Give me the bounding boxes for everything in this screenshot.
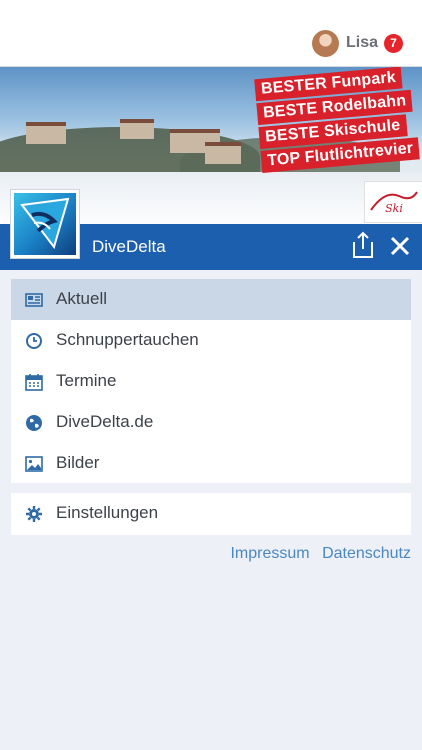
menu-item-label: Einstellungen <box>56 503 159 522</box>
menu-item-label: Bilder <box>56 453 100 472</box>
menu-item-aktuell[interactable]: Aktuell <box>11 279 411 320</box>
globe-icon <box>25 414 43 432</box>
menu-item-label: DiveDelta.de <box>56 412 154 431</box>
impressum-link[interactable]: Impressum <box>230 545 309 562</box>
svg-text:Ski: Ski <box>385 202 403 215</box>
menu-item-label: Termine <box>56 371 117 390</box>
main-menu: Aktuell Schnuppertauchen Termine DiveDel… <box>11 279 411 483</box>
top-bar: Lisa 7 <box>0 0 422 67</box>
clock-icon <box>25 332 43 350</box>
gear-icon <box>25 505 43 523</box>
banner-house <box>205 142 241 164</box>
menu-item-divedelta-de[interactable]: DiveDelta.de <box>11 402 411 443</box>
user-avatar[interactable] <box>312 30 339 57</box>
calendar-icon <box>25 373 43 391</box>
menu-item-einstellungen[interactable]: Einstellungen <box>11 493 411 534</box>
banner-house <box>26 122 66 144</box>
menu-item-label: Aktuell <box>56 289 108 308</box>
datenschutz-link[interactable]: Datenschutz <box>322 545 411 562</box>
app-title: DiveDelta <box>92 237 166 256</box>
menu-item-termine[interactable]: Termine <box>11 361 411 402</box>
sponsor-logo-icon: Ski <box>370 191 418 215</box>
settings-section: Einstellungen <box>11 493 411 535</box>
menu-item-schnuppertauchen[interactable]: Schnuppertauchen <box>11 320 411 361</box>
menu-item-label: Schnuppertauchen <box>56 330 199 349</box>
share-button[interactable] <box>350 230 376 260</box>
share-icon <box>353 231 373 258</box>
dive-logo-icon <box>20 197 70 250</box>
close-button[interactable] <box>388 234 412 258</box>
notification-badge[interactable]: 7 <box>384 34 403 53</box>
menu-item-bilder[interactable]: Bilder <box>11 443 411 484</box>
close-icon <box>390 236 410 256</box>
news-icon <box>25 291 43 309</box>
promo-text-block: BESTER Funpark BESTE Rodelbahn BESTE Ski… <box>254 67 422 174</box>
app-logo-graphic <box>14 193 76 255</box>
image-icon <box>25 455 43 473</box>
sponsor-logo: Ski <box>364 181 422 223</box>
user-name[interactable]: Lisa <box>346 34 378 52</box>
banner-house <box>120 119 154 139</box>
footer-links: Impressum Datenschutz <box>0 545 411 563</box>
app-logo <box>10 189 80 259</box>
